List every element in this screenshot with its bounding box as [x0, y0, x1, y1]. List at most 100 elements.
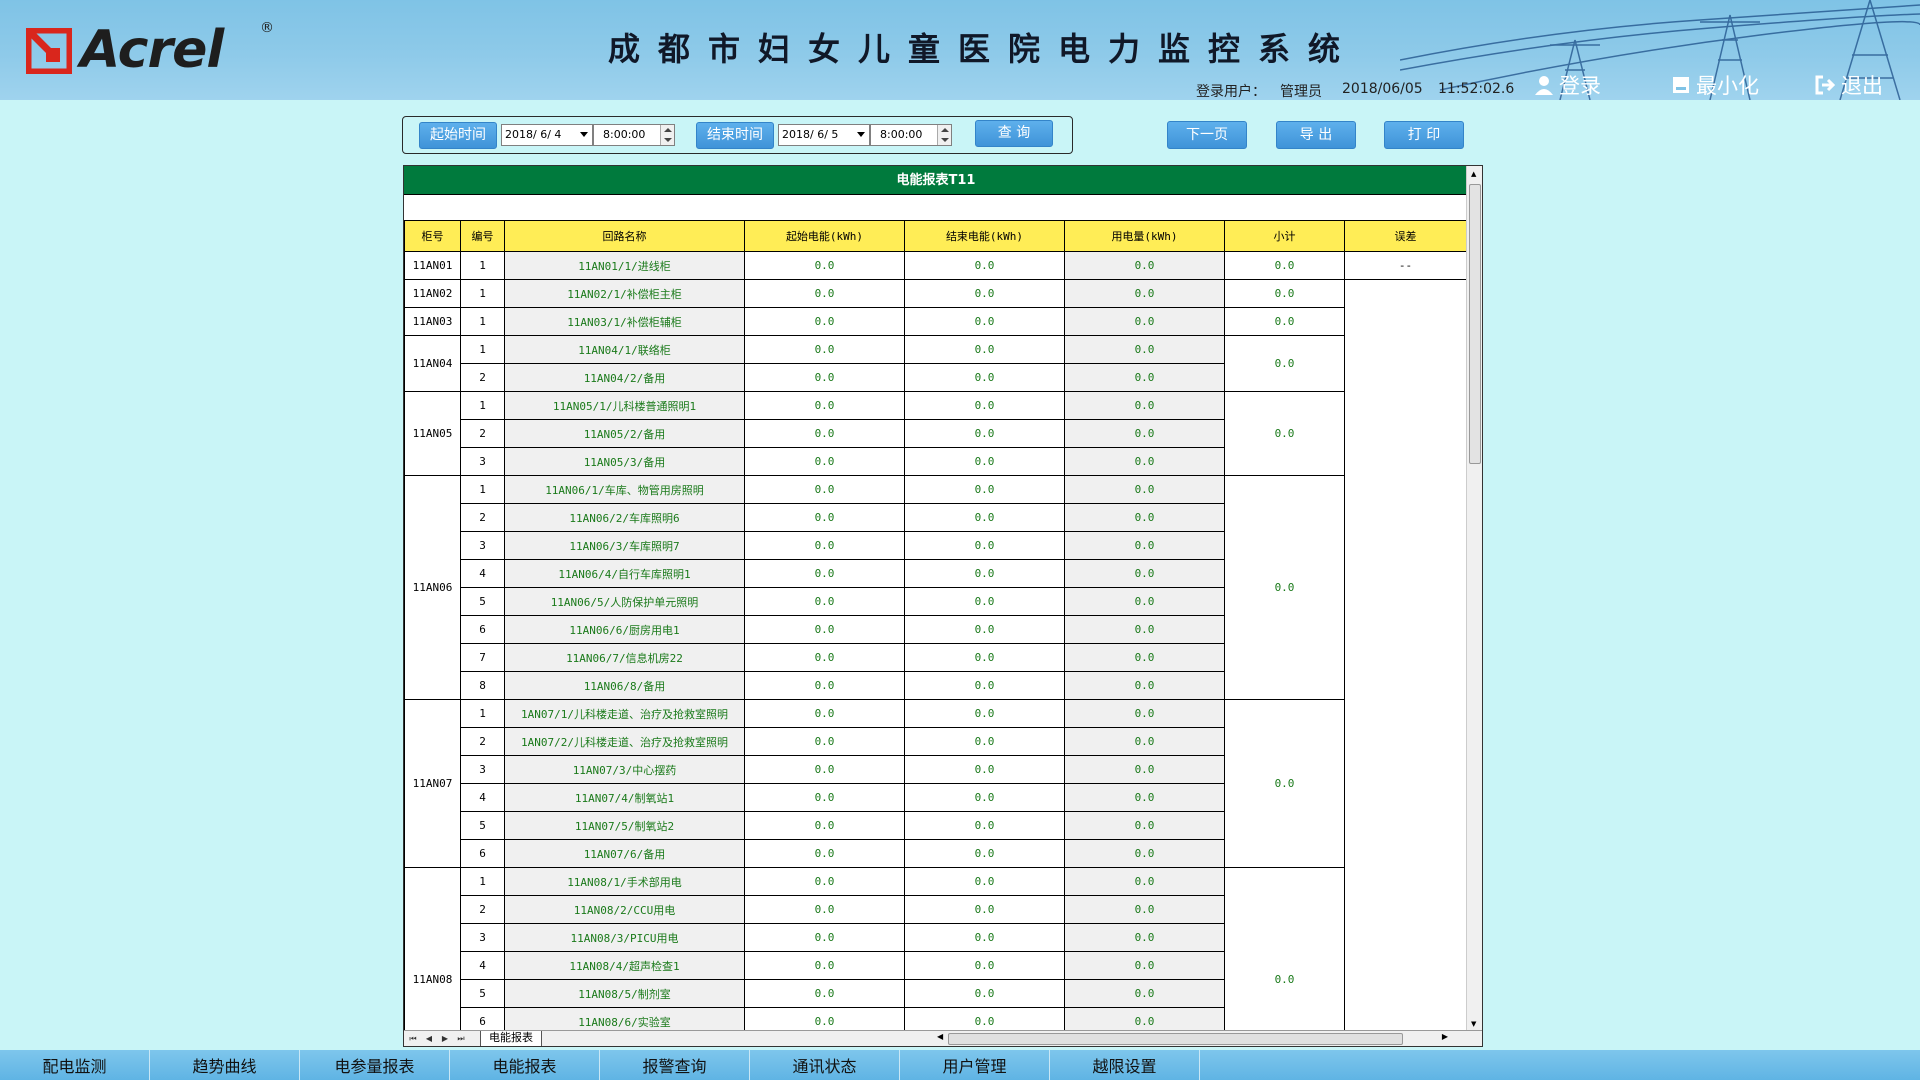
end-energy-cell: 0.0 [904, 307, 1065, 336]
subtotal-cell: 0.0 [1224, 867, 1345, 1046]
energy-usage-cell: 0.0 [1064, 391, 1225, 420]
start-energy-cell: 0.0 [744, 643, 905, 672]
nav-item-power-monitoring[interactable]: 配电监测 [0, 1050, 150, 1080]
end-energy-cell: 0.0 [904, 615, 1065, 644]
current-time: 11:52:02.6 [1438, 81, 1515, 97]
circuit-name-cell: 1AN07/2/儿科楼走道、治疗及抢救室照明 [504, 727, 745, 756]
chevron-down-icon[interactable] [580, 132, 588, 137]
start-time-spinner[interactable]: 8:00:00 [593, 124, 675, 146]
end-energy-cell: 0.0 [904, 391, 1065, 420]
logo-text: Acrel [80, 20, 224, 80]
energy-usage-cell: 0.0 [1064, 979, 1225, 1008]
nav-item-parameter-report[interactable]: 电参量报表 [300, 1050, 450, 1080]
start-energy-cell: 0.0 [744, 503, 905, 532]
vertical-scrollbar[interactable]: ▲ ▼ [1466, 166, 1482, 1032]
cabinet-cell: 11AN06 [404, 475, 461, 700]
table-row: 11AN06 1 11AN06/1/车库、物管用房照明 0.0 0.0 0.0 0.0 [404, 475, 1467, 700]
error-cell: -- [1344, 251, 1467, 280]
circuit-number-cell: 1 [460, 307, 505, 336]
start-energy-cell: 0.0 [744, 559, 905, 588]
last-sheet-icon[interactable]: ⏭ [454, 1032, 468, 1046]
energy-usage-cell: 0.0 [1064, 951, 1225, 980]
error-cell [1344, 279, 1467, 1046]
chevron-down-icon[interactable] [857, 132, 865, 137]
nav-item-energy-report[interactable]: 电能报表 [450, 1050, 600, 1080]
end-energy-cell: 0.0 [904, 699, 1065, 728]
user-name: 管理员 [1280, 84, 1322, 100]
end-time-spinner[interactable]: 8:00:00 [870, 124, 952, 146]
sheet-tab-energy-report[interactable]: 电能报表 [480, 1031, 542, 1046]
energy-report-sheet: 电能报表T11 柜号 编号 回路名称 起始电能(kWh) 结束电能(kWh) 用… [403, 165, 1483, 1047]
end-energy-cell: 0.0 [904, 923, 1065, 952]
column-header: 结束电能(kWh) [904, 220, 1065, 252]
user-icon [1535, 76, 1553, 95]
circuit-number-cell: 4 [460, 559, 505, 588]
column-header: 起始电能(kWh) [744, 220, 905, 252]
horizontal-scrollbar[interactable]: ◀ ▶ [936, 1032, 1468, 1046]
circuit-name-cell: 11AN08/1/手术部用电 [504, 867, 745, 896]
end-energy-cell: 0.0 [904, 839, 1065, 868]
start-date-picker[interactable]: 2018/ 6/ 4 [501, 124, 593, 146]
first-sheet-icon[interactable]: ⏮ [406, 1032, 420, 1046]
horizontal-scroll-thumb[interactable] [948, 1033, 1403, 1045]
end-energy-cell: 0.0 [904, 419, 1065, 448]
subtotal-cell: 0.0 [1224, 279, 1345, 308]
logout-button[interactable]: 退出 [1815, 72, 1883, 98]
scroll-right-icon[interactable]: ▶ [1442, 1032, 1448, 1041]
nav-item-alarm-query[interactable]: 报警查询 [600, 1050, 750, 1080]
subtotal-cell: 0.0 [1224, 699, 1345, 868]
minimize-button[interactable]: 最小化 [1672, 72, 1759, 98]
spinner-arrows-icon[interactable] [660, 125, 674, 145]
circuit-number-cell: 5 [460, 811, 505, 840]
end-energy-cell: 0.0 [904, 643, 1065, 672]
circuit-number-cell: 1 [460, 335, 505, 364]
scroll-up-icon[interactable]: ▲ [1471, 170, 1476, 178]
vertical-scroll-thumb[interactable] [1469, 184, 1481, 464]
start-energy-cell: 0.0 [744, 811, 905, 840]
circuit-name-cell: 11AN05/1/儿科楼普通照明1 [504, 391, 745, 420]
prev-sheet-icon[interactable]: ◀ [422, 1032, 436, 1046]
circuit-name-cell: 11AN08/3/PICU用电 [504, 923, 745, 952]
scroll-left-icon[interactable]: ◀ [937, 1032, 943, 1041]
cabinet-cell: 11AN08 [404, 867, 461, 1046]
circuit-name-cell: 11AN08/5/制剂室 [504, 979, 745, 1008]
energy-usage-cell: 0.0 [1064, 447, 1225, 476]
start-energy-cell: 0.0 [744, 783, 905, 812]
circuit-number-cell: 5 [460, 587, 505, 616]
end-energy-cell: 0.0 [904, 447, 1065, 476]
energy-usage-cell: 0.0 [1064, 475, 1225, 504]
energy-usage-cell: 0.0 [1064, 251, 1225, 280]
next-page-button[interactable]: 下一页 [1167, 121, 1247, 149]
energy-usage-cell: 0.0 [1064, 531, 1225, 560]
nav-item-trend-curve[interactable]: 趋势曲线 [150, 1050, 300, 1080]
next-sheet-icon[interactable]: ▶ [438, 1032, 452, 1046]
start-energy-cell: 0.0 [744, 531, 905, 560]
end-energy-cell: 0.0 [904, 727, 1065, 756]
circuit-number-cell: 4 [460, 783, 505, 812]
start-energy-cell: 0.0 [744, 755, 905, 784]
query-button[interactable]: 查 询 [975, 120, 1053, 147]
end-energy-cell: 0.0 [904, 251, 1065, 280]
nav-item-limit-settings[interactable]: 越限设置 [1050, 1050, 1200, 1080]
end-time-value: 8:00:00 [880, 128, 923, 141]
end-date-picker[interactable]: 2018/ 6/ 5 [778, 124, 870, 146]
spinner-arrows-icon[interactable] [937, 125, 951, 145]
circuit-number-cell: 2 [460, 727, 505, 756]
energy-usage-cell: 0.0 [1064, 671, 1225, 700]
end-energy-cell: 0.0 [904, 783, 1065, 812]
energy-usage-cell: 0.0 [1064, 587, 1225, 616]
subtotal-cell: 0.0 [1224, 475, 1345, 700]
nav-item-comm-status[interactable]: 通讯状态 [750, 1050, 900, 1080]
end-energy-cell: 0.0 [904, 979, 1065, 1008]
energy-usage-cell: 0.0 [1064, 643, 1225, 672]
print-button[interactable]: 打 印 [1384, 121, 1464, 149]
login-button[interactable]: 登录 [1535, 72, 1601, 98]
nav-item-user-management[interactable]: 用户管理 [900, 1050, 1050, 1080]
circuit-name-cell: 11AN07/5/制氧站2 [504, 811, 745, 840]
circuit-number-cell: 6 [460, 839, 505, 868]
circuit-name-cell: 11AN07/3/中心摆药 [504, 755, 745, 784]
end-energy-cell: 0.0 [904, 671, 1065, 700]
export-button[interactable]: 导 出 [1276, 121, 1356, 149]
scroll-down-icon[interactable]: ▼ [1471, 1020, 1476, 1028]
app-header: Acrel ® 成都市妇女儿童医院电力监控系统 登录用户： 管理员 2018/0… [0, 0, 1920, 100]
